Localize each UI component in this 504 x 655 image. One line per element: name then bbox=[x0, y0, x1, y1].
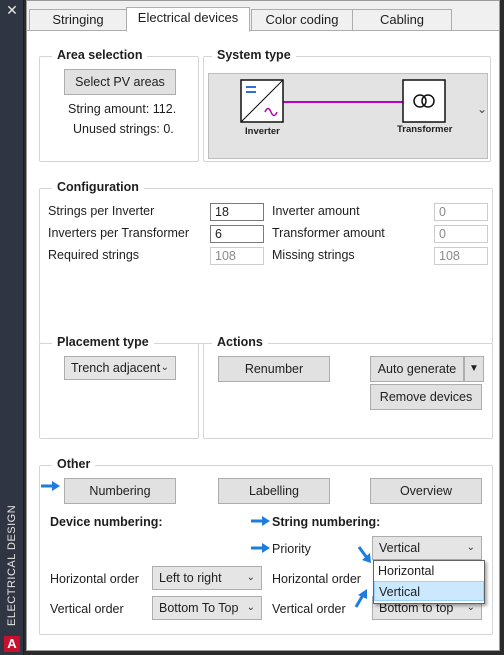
string-amount-text: String amount: 112. bbox=[68, 102, 177, 116]
strings-per-inverter-label: Strings per Inverter bbox=[48, 204, 155, 218]
system-diagram[interactable]: Inverter Transformer ⌄ bbox=[208, 73, 488, 159]
actions-group: Actions Renumber Auto generate ▼ Remove … bbox=[203, 335, 493, 439]
priority-option-vertical[interactable]: Vertical bbox=[374, 581, 484, 601]
auto-generate-dropdown-icon[interactable]: ▼ bbox=[464, 356, 484, 382]
device-vertical-order-value: Bottom To Top bbox=[159, 601, 239, 615]
device-horizontal-order-value: Left to right bbox=[159, 571, 222, 585]
system-type-title: System type bbox=[212, 48, 296, 62]
electrical-design-panel: Stringing Electrical devices Color codin… bbox=[26, 0, 500, 651]
device-horizontal-order-dropdown[interactable]: Left to right ⌄ bbox=[152, 566, 262, 590]
tab-color-coding[interactable]: Color coding bbox=[251, 9, 353, 31]
inverter-icon bbox=[240, 79, 284, 123]
priority-dropdown-list: Horizontal Vertical bbox=[373, 560, 485, 604]
device-vertical-order-label: Vertical order bbox=[50, 602, 124, 616]
chevron-down-icon: ⌄ bbox=[246, 602, 255, 613]
transformer-icon bbox=[402, 79, 446, 123]
annotation-arrow-icon bbox=[354, 589, 367, 608]
annotation-arrow-icon bbox=[251, 516, 270, 526]
area-selection-group: Area selection Select PV areas String am… bbox=[39, 48, 199, 162]
missing-strings-label: Missing strings bbox=[272, 248, 355, 262]
chevron-down-icon: ⌄ bbox=[466, 542, 475, 553]
configuration-group: Configuration Strings per Inverter 18 In… bbox=[39, 180, 493, 344]
auto-generate-button[interactable]: Auto generate bbox=[370, 356, 464, 382]
priority-label: Priority bbox=[272, 542, 311, 556]
annotation-arrow-icon bbox=[357, 546, 371, 563]
tab-cabling[interactable]: Cabling bbox=[352, 9, 452, 31]
system-diagram-svg bbox=[240, 79, 446, 123]
priority-value: Vertical bbox=[379, 541, 420, 555]
tab-stringing[interactable]: Stringing bbox=[29, 9, 127, 31]
priority-dropdown[interactable]: Vertical ⌄ bbox=[372, 536, 482, 560]
string-vertical-order-label: Vertical order bbox=[272, 602, 346, 616]
transformer-label: Transformer bbox=[397, 124, 453, 135]
actions-title: Actions bbox=[212, 335, 268, 349]
string-horizontal-order-label: Horizontal order bbox=[272, 572, 361, 586]
tab-electrical-devices[interactable]: Electrical devices bbox=[126, 7, 250, 32]
transformer-amount-label: Transformer amount bbox=[272, 226, 385, 240]
configuration-title: Configuration bbox=[52, 180, 144, 194]
required-strings-label: Required strings bbox=[48, 248, 140, 262]
device-numbering-heading: Device numbering: bbox=[50, 515, 163, 529]
inverters-per-transformer-input[interactable]: 6 bbox=[210, 225, 264, 243]
missing-strings-field: 108 bbox=[434, 247, 488, 265]
inverter-label: Inverter bbox=[245, 126, 280, 137]
annotation-arrow-icon bbox=[41, 481, 60, 491]
numbering-button[interactable]: Numbering bbox=[64, 478, 176, 504]
device-vertical-order-dropdown[interactable]: Bottom To Top ⌄ bbox=[152, 596, 262, 620]
placement-type-dropdown[interactable]: Trench adjacent ⌄ bbox=[64, 356, 176, 380]
transformer-amount-field: 0 bbox=[434, 225, 488, 243]
select-pv-areas-button[interactable]: Select PV areas bbox=[64, 69, 176, 95]
tab-strip: Stringing Electrical devices Color codin… bbox=[27, 7, 501, 32]
remove-devices-button[interactable]: Remove devices bbox=[370, 384, 482, 410]
inverters-per-transformer-label: Inverters per Transformer bbox=[48, 226, 190, 240]
expand-chevron-icon[interactable]: ⌄ bbox=[477, 102, 487, 116]
device-horizontal-order-label: Horizontal order bbox=[50, 572, 139, 586]
area-selection-title: Area selection bbox=[52, 48, 148, 62]
other-title: Other bbox=[52, 457, 96, 471]
string-numbering-heading: String numbering: bbox=[272, 515, 381, 529]
overview-button[interactable]: Overview bbox=[370, 478, 482, 504]
app-logo-icon: A bbox=[4, 636, 20, 652]
required-strings-field: 108 bbox=[210, 247, 264, 265]
palette-title: ELECTRICAL DESIGN bbox=[6, 504, 18, 626]
unused-strings-text: Unused strings: 0. bbox=[73, 122, 174, 136]
annotation-arrow-icon bbox=[251, 543, 270, 553]
labelling-button[interactable]: Labelling bbox=[218, 478, 330, 504]
strings-per-inverter-input[interactable]: 18 bbox=[210, 203, 264, 221]
tab-content: Area selection Select PV areas String am… bbox=[27, 30, 499, 650]
inverter-amount-field: 0 bbox=[434, 203, 488, 221]
priority-option-horizontal[interactable]: Horizontal bbox=[374, 561, 484, 581]
renumber-button[interactable]: Renumber bbox=[218, 356, 330, 382]
placement-type-title: Placement type bbox=[52, 335, 154, 349]
placement-type-group: Placement type Trench adjacent ⌄ bbox=[39, 335, 199, 439]
side-strip: ✕ ELECTRICAL DESIGN A bbox=[0, 0, 24, 655]
chevron-down-icon: ⌄ bbox=[246, 572, 255, 583]
chevron-down-icon: ⌄ bbox=[160, 362, 169, 373]
close-icon[interactable]: ✕ bbox=[4, 2, 20, 18]
system-type-group: System type Inverter Transformer ⌄ bbox=[203, 48, 491, 162]
placement-type-value: Trench adjacent bbox=[71, 361, 161, 375]
inverter-amount-label: Inverter amount bbox=[272, 204, 360, 218]
